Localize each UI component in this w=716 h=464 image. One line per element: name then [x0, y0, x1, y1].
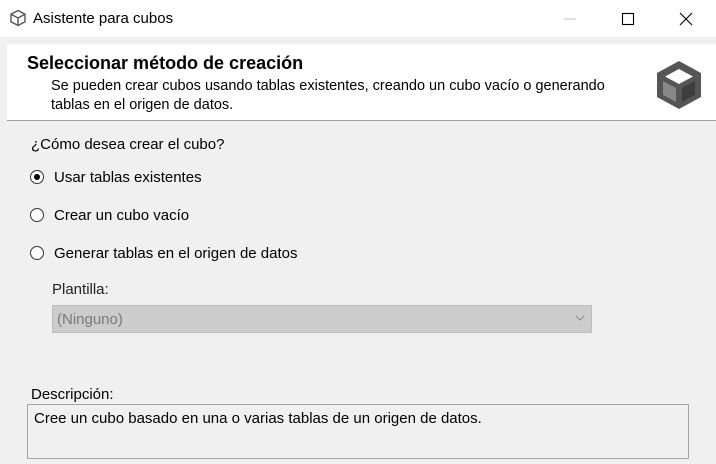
radio-label[interactable]: Generar tablas en el origen de datos [54, 245, 298, 262]
cube-icon [657, 61, 701, 109]
description-box: Cree un cubo basado en una o varias tabl… [27, 404, 689, 459]
wizard-header: Seleccionar método de creación Se pueden… [7, 44, 716, 121]
radio-button[interactable] [30, 208, 44, 222]
window-title: Asistente para cubos [33, 10, 174, 27]
minimize-button[interactable] [541, 0, 599, 37]
radio-label[interactable]: Crear un cubo vacío [54, 207, 189, 224]
description-label: Descripción: [31, 386, 114, 403]
page-description: Se pueden crear cubos usando tablas exis… [51, 78, 605, 113]
page-title: Seleccionar método de creación [27, 53, 304, 73]
radio-button[interactable] [30, 246, 44, 260]
question-label: ¿Cómo desea crear el cubo? [31, 136, 225, 153]
template-value: (Ninguno) [57, 311, 123, 328]
cube-icon [10, 9, 26, 27]
radio-label[interactable]: Usar tablas existentes [54, 169, 202, 186]
chevron-down-icon [575, 315, 585, 321]
close-button[interactable] [657, 0, 715, 37]
close-icon [679, 12, 693, 26]
minimize-icon [564, 18, 576, 20]
maximize-button[interactable] [599, 0, 657, 37]
template-label: Plantilla: [52, 281, 109, 298]
maximize-icon [621, 12, 635, 26]
template-dropdown: (Ninguno) [52, 305, 592, 333]
description-text: Cree un cubo basado en una o varias tabl… [34, 410, 482, 427]
radio-button[interactable] [30, 170, 44, 184]
title-bar[interactable]: Asistente para cubos [0, 0, 716, 37]
radio-selected-dot [34, 174, 40, 180]
